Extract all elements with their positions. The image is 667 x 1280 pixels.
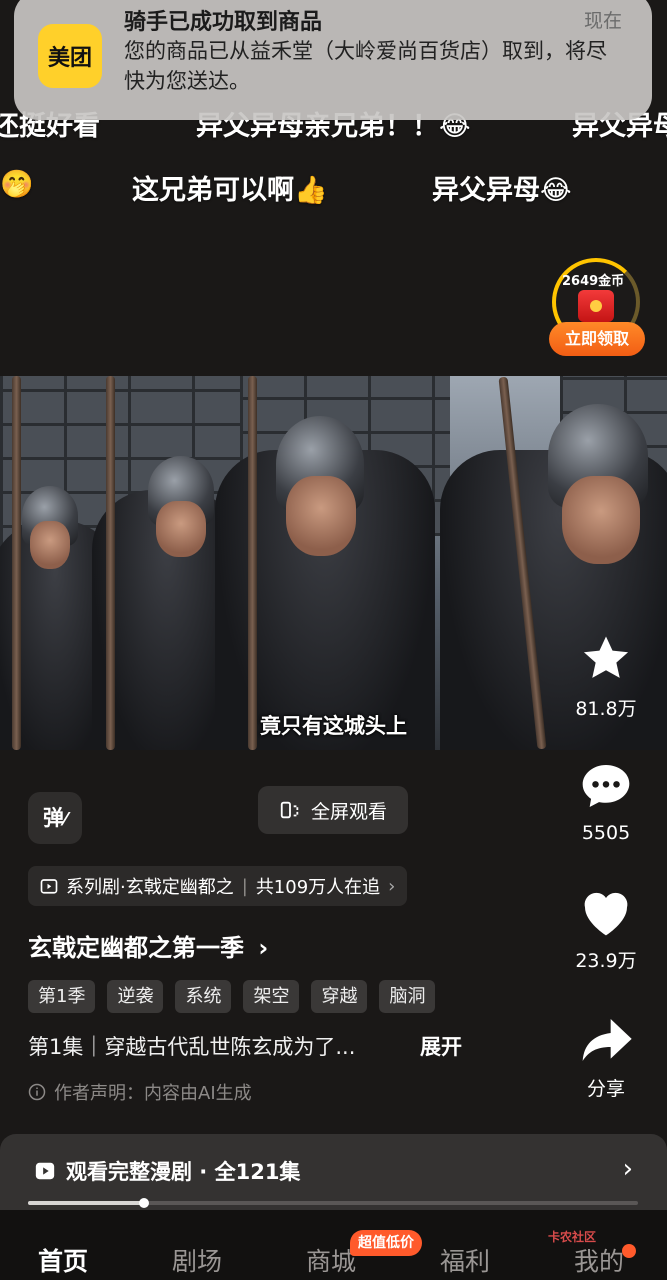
coin-reward-widget[interactable]: 2649金币 立即领取 [548,258,645,358]
heart-icon [584,892,628,936]
notification-body: 您的商品已从益禾堂（大岭爱尚百货店）取到，将尽快为您送达。 [124,39,607,93]
expand-button[interactable]: 展开 [420,1031,462,1061]
playback-progress-bar[interactable] [28,1198,638,1208]
soldier-face [30,521,70,569]
drama-title: 玄戟定幽都之第一季 [28,934,244,962]
fullscreen-button[interactable]: 全屏观看 [258,786,408,834]
chevron-right-icon: › [388,875,396,897]
series-separator: | [241,875,248,897]
nav-home[interactable]: 首页 [38,1242,88,1278]
danmu-toggle-button[interactable]: 弹⁄ [28,792,82,844]
like-button[interactable]: 23.9万 [566,886,646,973]
tag[interactable]: 第1季 [28,980,96,1013]
series-followers: 共109万人在追 [255,877,381,898]
danmaku-item: 这兄弟可以啊👍 [132,175,328,206]
drama-title-link[interactable]: 玄戟定幽都之第一季 › [28,928,268,963]
notification-title: 骑手已成功取到商品 [124,10,323,35]
nav-theater[interactable]: 剧场 [172,1242,222,1278]
meituan-app-icon: 美团 [38,24,102,88]
star-icon [583,636,629,678]
nav-mall[interactable]: 商城 [306,1242,356,1278]
tag[interactable]: 系统 [175,980,232,1013]
progress-fill [28,1201,144,1205]
series-name: 系列剧·玄戟定幽都之 [66,877,234,898]
comment-count: 5505 [581,822,631,844]
ai-disclaimer: 作者声明：内容由AI生成 [28,1079,252,1105]
coin-amount: 2649金币 [562,274,625,289]
mall-promo-badge: 超值低价 [350,1230,422,1256]
favorite-count: 81.8万 [575,698,637,720]
watch-full-label: 观看完整漫剧 · 全121集 [66,1160,301,1184]
share-label: 分享 [586,1078,625,1100]
bottom-navigation: 首页 剧场 商城 超值低价 福利 我的 [0,1210,667,1280]
comment-icon [582,765,630,807]
chevron-right-icon: › [258,934,269,962]
tag-list: 第1季 逆袭 系统 架空 穿越 脑洞 [28,980,436,1013]
rotate-screen-icon [280,801,299,819]
favorite-button[interactable]: 81.8万 [566,632,646,721]
watch-full-drama-bar[interactable]: 观看完整漫剧 · 全121集 › [0,1134,667,1210]
fullscreen-label: 全屏观看 [310,800,387,823]
series-play-icon [40,879,58,894]
tag[interactable]: 逆袭 [107,980,164,1013]
comment-button[interactable]: 5505 [566,758,646,844]
progress-knob[interactable] [138,1198,149,1208]
spear [12,376,21,750]
notification-dot [622,1244,636,1258]
notification-time: 现在 [583,10,622,32]
soldier-face [156,501,206,557]
spear [248,376,257,750]
tag[interactable]: 架空 [243,980,300,1013]
disclaimer-text: 作者声明：内容由AI生成 [54,1083,252,1104]
nav-profile[interactable]: 我的 [574,1242,624,1278]
info-icon [28,1083,46,1101]
watermark: 卡农社区 [548,1230,597,1244]
tag[interactable]: 脑洞 [379,980,436,1013]
spear [106,376,115,750]
episode-description: 第1集｜穿越古代乱世陈玄成为了... [28,1035,356,1059]
share-arrow-icon [582,1019,632,1061]
series-bar[interactable]: 系列剧·玄戟定幽都之 | 共109万人在追 › [28,866,408,906]
tag[interactable]: 穿越 [311,980,368,1013]
nav-welfare[interactable]: 福利 [440,1242,490,1278]
meituan-notification[interactable]: 美团 骑手已成功取到商品 现在 您的商品已从益禾堂（大岭爱尚百货店）取到，将尽快… [14,0,652,120]
like-count: 23.9万 [575,950,637,972]
danmaku-item: 异父异母😂 [432,175,572,206]
danmu-label: 弹 [42,806,64,830]
chevron-right-icon: › [622,1154,633,1184]
red-packet-icon [578,290,614,322]
soldier-face [562,476,640,564]
claim-coins-button[interactable]: 立即领取 [549,322,645,356]
play-icon [35,1162,55,1180]
danmaku-item: 🤭 [0,169,34,200]
share-button[interactable]: 分享 [566,1014,646,1101]
soldier-face [286,476,356,556]
pen-icon: ⁄ [63,809,67,830]
